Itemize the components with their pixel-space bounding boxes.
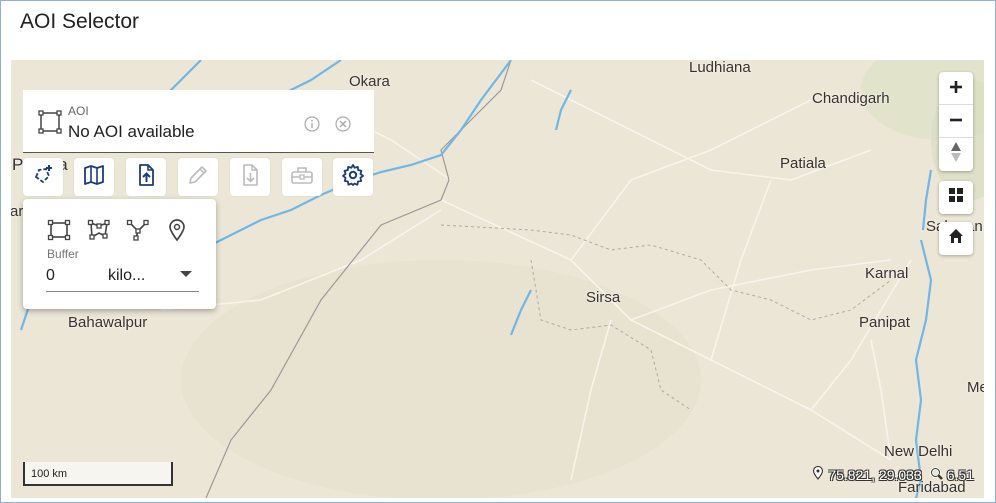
edit-button[interactable] <box>178 158 218 196</box>
rectangle-icon <box>47 219 71 246</box>
draw-polygon-icon <box>31 163 55 192</box>
close-circle-icon[interactable] <box>335 116 351 137</box>
zoom-search-icon <box>929 466 943 483</box>
aoi-label: AOI <box>68 104 89 118</box>
city-bahawalpur: Bahawalpur <box>68 314 148 331</box>
city-sirsa: Sirsa <box>586 289 621 306</box>
buffer-label: Buffer <box>47 247 79 261</box>
select-from-map-button[interactable] <box>74 158 114 196</box>
line-icon <box>126 219 150 246</box>
bounding-box-icon <box>38 110 62 139</box>
city-new-delhi: New Delhi <box>884 443 953 460</box>
chevron-down-icon[interactable] <box>180 271 192 277</box>
zoom-in-button[interactable] <box>939 72 973 105</box>
draw-polygon-shape-button[interactable] <box>86 219 112 245</box>
map-icon <box>82 163 106 192</box>
home-button[interactable] <box>939 222 973 255</box>
zoom-controls <box>939 72 973 171</box>
basemap-button[interactable] <box>939 181 973 214</box>
aoi-value: No AOI available <box>68 122 195 141</box>
map-view[interactable]: Okara Ludhiana Chandigarh Patiala Sahara… <box>11 60 984 498</box>
download-file-button[interactable] <box>230 158 270 196</box>
zoom-in-icon <box>948 75 964 101</box>
city-panipat: Panipat <box>859 314 910 331</box>
zoom-out-button[interactable] <box>939 105 973 138</box>
buffer-underline <box>46 291 199 292</box>
settings-button[interactable] <box>333 158 373 196</box>
pencil-icon <box>186 163 210 192</box>
buffer-distance-input[interactable]: 0 <box>46 267 96 285</box>
coordinates-readout: 75.821, 29.033 6.51 <box>812 465 974 483</box>
home-icon <box>948 228 964 249</box>
upload-file-icon <box>134 163 158 192</box>
coordinates-value: 75.821, 29.033 <box>828 466 922 483</box>
gear-icon <box>341 163 365 192</box>
toolbox-button[interactable] <box>282 158 322 196</box>
zoom-out-icon <box>948 108 964 134</box>
upload-file-button[interactable] <box>126 158 166 196</box>
city-partial-right: Me <box>967 379 984 396</box>
draw-line-button[interactable] <box>125 219 151 245</box>
toolbox-icon <box>289 163 315 192</box>
draw-point-button[interactable] <box>164 218 190 247</box>
info-icon[interactable] <box>304 116 320 137</box>
point-icon <box>167 218 187 247</box>
draw-options-panel: Buffer 0 kilo... <box>23 199 216 309</box>
draw-polygon-button[interactable] <box>23 158 63 196</box>
download-file-icon <box>238 163 262 192</box>
city-karnal: Karnal <box>865 265 909 282</box>
compass-icon <box>950 141 962 169</box>
reset-north-button[interactable] <box>939 138 973 171</box>
location-pin-icon <box>812 465 824 483</box>
draw-rectangle-button[interactable] <box>46 219 72 245</box>
polygon-icon <box>87 219 111 246</box>
basemap-grid-icon <box>948 187 964 208</box>
aoi-selector-window: AOI Selector Okara Ludhiana Chandigarh P… <box>0 0 996 503</box>
city-patiala: Patiala <box>780 155 826 172</box>
zoom-level-value: 6.51 <box>946 466 974 483</box>
page-title: AOI Selector <box>20 10 140 33</box>
city-okara: Okara <box>349 73 390 90</box>
city-ludhiana: Ludhiana <box>689 60 751 76</box>
scale-bar: 100 km <box>23 462 173 486</box>
city-chandigarh: Chandigarh <box>812 90 890 107</box>
aoi-panel: AOI No AOI available <box>23 90 374 153</box>
city-partial-left: ar <box>11 203 24 220</box>
